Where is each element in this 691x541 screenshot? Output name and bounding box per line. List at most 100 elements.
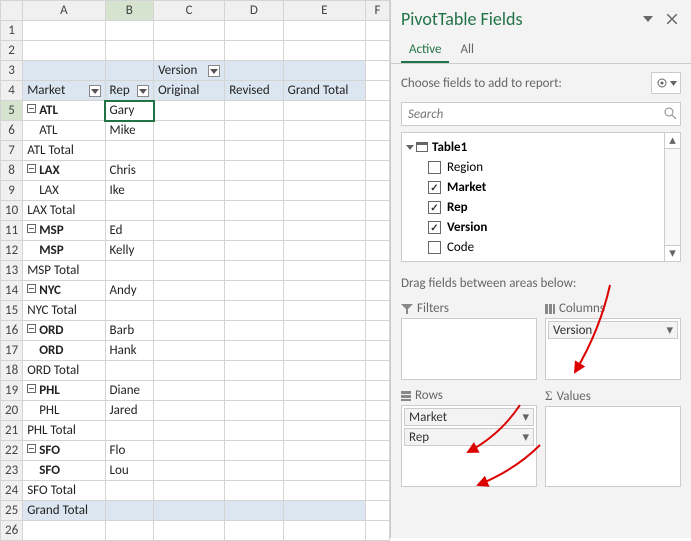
field-list: Table1 Region ✓Market ✓Rep ✓Version Code…: [401, 132, 681, 262]
row-1[interactable]: 1: [1, 21, 23, 41]
field-market[interactable]: ✓Market: [406, 177, 664, 197]
tools-dropdown[interactable]: [651, 72, 681, 94]
checkbox-region[interactable]: [428, 161, 441, 174]
search-input[interactable]: [401, 102, 681, 126]
collapse-icon[interactable]: [27, 444, 36, 453]
version-label: Version: [158, 63, 197, 78]
pill-rep[interactable]: Rep▾: [404, 428, 534, 446]
rep-cell[interactable]: Diane: [105, 381, 154, 401]
filter-icon: [401, 304, 413, 314]
collapse-icon[interactable]: [27, 284, 36, 293]
tab-all[interactable]: All: [452, 38, 482, 61]
row-12[interactable]: 12: [1, 241, 23, 261]
market-cell: ORD: [39, 323, 63, 338]
rep-cell[interactable]: Ed: [105, 221, 154, 241]
rep-cell[interactable]: Chris: [105, 161, 154, 181]
row-4[interactable]: 4: [1, 81, 23, 101]
field-scrollbar[interactable]: ▴ ▾: [664, 133, 680, 261]
row-11[interactable]: 11: [1, 221, 23, 241]
field-rep[interactable]: ✓Rep: [406, 197, 664, 217]
row-21[interactable]: 21: [1, 421, 23, 441]
checkbox-code[interactable]: [428, 241, 441, 254]
row-17[interactable]: 17: [1, 341, 23, 361]
select-all[interactable]: [1, 1, 23, 21]
chevron-down-icon: ▾: [522, 410, 529, 425]
sigma-icon: Σ: [545, 388, 553, 404]
table-node[interactable]: Table1: [406, 137, 664, 157]
row-10[interactable]: 10: [1, 201, 23, 221]
row-24[interactable]: 24: [1, 481, 23, 501]
rep-cell[interactable]: Ike: [105, 181, 154, 201]
row-13[interactable]: 13: [1, 261, 23, 281]
rep-cell[interactable]: Kelly: [105, 241, 154, 261]
rows-drop-area[interactable]: Market▾ Rep▾: [401, 405, 537, 487]
col-E[interactable]: E: [283, 1, 365, 21]
market-header: Market: [27, 83, 65, 98]
scroll-up-icon[interactable]: ▴: [665, 133, 680, 149]
col-F[interactable]: F: [366, 1, 390, 21]
row-15[interactable]: 15: [1, 301, 23, 321]
close-icon[interactable]: [663, 10, 681, 28]
version-filter-dropdown[interactable]: [208, 65, 220, 77]
row-3[interactable]: 3: [1, 61, 23, 81]
col-D[interactable]: D: [225, 1, 283, 21]
rep-cell[interactable]: Gary: [105, 101, 154, 121]
chevron-down-icon: ▾: [522, 430, 529, 445]
row-2[interactable]: 2: [1, 41, 23, 61]
field-code[interactable]: Code: [406, 237, 664, 257]
rep-cell[interactable]: Jared: [105, 401, 154, 421]
pivottable-fields-pane: PivotTable Fields Active All Choose fiel…: [390, 0, 691, 538]
col-A[interactable]: A: [23, 1, 105, 21]
pane-title: PivotTable Fields: [401, 8, 633, 30]
values-drop-area[interactable]: [545, 406, 681, 487]
row-23[interactable]: 23: [1, 461, 23, 481]
checkbox-market[interactable]: ✓: [428, 181, 441, 194]
row-7[interactable]: 7: [1, 141, 23, 161]
pane-menu-dropdown[interactable]: [639, 10, 657, 28]
spreadsheet-grid[interactable]: A B C D E F 1 2 3 Version 4 Market Rep O…: [0, 0, 390, 541]
rep-cell[interactable]: Mike: [105, 121, 154, 141]
rep-filter-dropdown[interactable]: [137, 85, 149, 97]
row-25[interactable]: 25: [1, 501, 23, 521]
rep-cell[interactable]: Lou: [105, 461, 154, 481]
field-version[interactable]: ✓Version: [406, 217, 664, 237]
field-region[interactable]: Region: [406, 157, 664, 177]
columns-drop-area[interactable]: Version▾: [545, 318, 681, 380]
row-9[interactable]: 9: [1, 181, 23, 201]
row-6[interactable]: 6: [1, 121, 23, 141]
rep-cell[interactable]: Barb: [105, 321, 154, 341]
market-cell: PHL: [39, 383, 60, 398]
row-8[interactable]: 8: [1, 161, 23, 181]
pill-market[interactable]: Market▾: [404, 408, 534, 426]
rep-cell[interactable]: Andy: [105, 281, 154, 301]
collapse-icon[interactable]: [27, 224, 36, 233]
collapse-icon[interactable]: [27, 104, 36, 113]
market-cell: ORD: [39, 343, 63, 358]
original-header: Original: [154, 81, 225, 101]
collapse-icon[interactable]: [27, 384, 36, 393]
checkbox-rep[interactable]: ✓: [428, 201, 441, 214]
row-18[interactable]: 18: [1, 361, 23, 381]
row-5[interactable]: 5: [1, 101, 23, 121]
col-B[interactable]: B: [105, 1, 154, 21]
scroll-down-icon[interactable]: ▾: [665, 245, 680, 261]
grand-total-row: Grand Total: [23, 501, 105, 521]
row-16[interactable]: 16: [1, 321, 23, 341]
tab-active[interactable]: Active: [401, 38, 449, 63]
row-19[interactable]: 19: [1, 381, 23, 401]
checkbox-version[interactable]: ✓: [428, 221, 441, 234]
drag-instruction: Drag fields between areas below:: [391, 270, 691, 297]
filters-drop-area[interactable]: [401, 318, 537, 380]
col-C[interactable]: C: [154, 1, 225, 21]
row-14[interactable]: 14: [1, 281, 23, 301]
row-22[interactable]: 22: [1, 441, 23, 461]
market-filter-dropdown[interactable]: [89, 85, 101, 97]
row-20[interactable]: 20: [1, 401, 23, 421]
market-cell: SFO: [39, 443, 60, 458]
pill-version[interactable]: Version▾: [548, 321, 678, 339]
collapse-icon[interactable]: [27, 324, 36, 333]
rep-cell[interactable]: Flo: [105, 441, 154, 461]
collapse-icon[interactable]: [27, 164, 36, 173]
market-cell: ATL: [39, 103, 58, 118]
rep-cell[interactable]: Hank: [105, 341, 154, 361]
